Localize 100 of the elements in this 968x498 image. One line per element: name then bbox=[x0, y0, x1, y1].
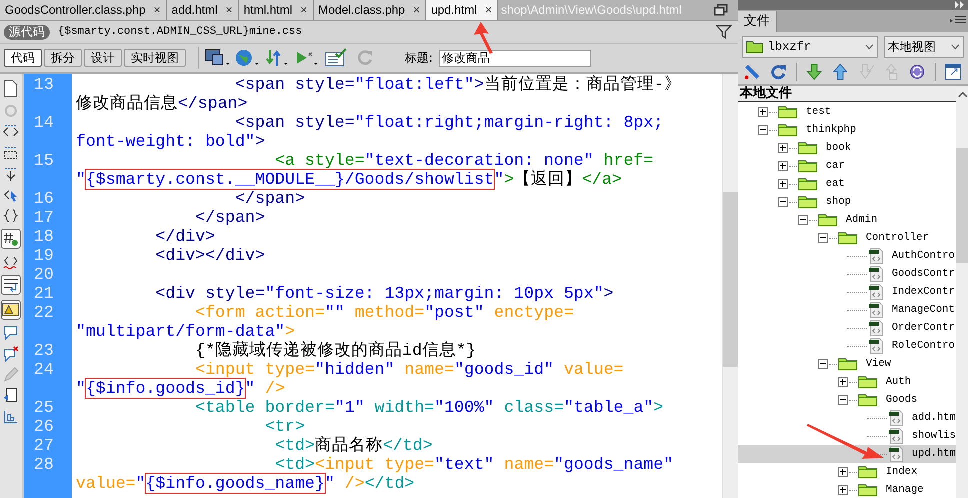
tree-item[interactable]: View bbox=[738, 355, 956, 373]
column-header[interactable]: 本地文件 bbox=[738, 86, 956, 102]
folder-icon bbox=[746, 40, 764, 54]
related-file-link[interactable]: {$smarty.const.ADMIN_CSS_URL}mine.css bbox=[58, 26, 708, 38]
code-file-icon bbox=[868, 248, 884, 264]
up-down-arrows-icon[interactable] bbox=[265, 48, 291, 68]
code-line: </div> bbox=[154, 227, 216, 246]
file-tab[interactable]: html.html × bbox=[238, 0, 314, 20]
code-file-icon bbox=[868, 338, 884, 354]
tree-item[interactable]: showlis bbox=[738, 427, 956, 445]
expand-icon[interactable] bbox=[778, 161, 788, 171]
indent-icon[interactable] bbox=[3, 388, 19, 404]
code-line: <tr> bbox=[264, 417, 306, 436]
comment-icon[interactable] bbox=[3, 325, 19, 341]
expand-all-icon[interactable] bbox=[3, 166, 19, 182]
tree-item[interactable]: eat bbox=[738, 175, 956, 193]
line-number: 18 bbox=[34, 227, 54, 246]
tree-item[interactable]: RoleContro bbox=[738, 337, 956, 355]
view-dropdown[interactable]: 本地视图 bbox=[884, 36, 964, 58]
collapse-icon[interactable] bbox=[818, 359, 828, 369]
code-line: <input type="hidden" name="goods_id" value= bbox=[194, 360, 624, 379]
expand-icon[interactable] bbox=[778, 179, 788, 189]
files-tab[interactable]: 文件 bbox=[738, 11, 777, 32]
folder-icon bbox=[778, 105, 798, 119]
tree-item[interactable]: GoodsContr bbox=[738, 265, 956, 283]
tree-item[interactable]: Controller bbox=[738, 229, 956, 247]
file-tab[interactable]: GoodsController.class.php × bbox=[0, 0, 167, 20]
view-button[interactable]: 设计 bbox=[84, 49, 122, 67]
code-file-icon bbox=[868, 284, 884, 300]
sync-icon[interactable] bbox=[909, 63, 926, 81]
expand-panel-icon[interactable] bbox=[945, 63, 962, 81]
vertical-scrollbar[interactable] bbox=[956, 86, 968, 498]
multiscreen-icon[interactable] bbox=[205, 48, 231, 68]
code-line: <table border="1" width="100%" class="table_a"> bbox=[194, 398, 664, 417]
folder-icon bbox=[858, 483, 878, 497]
expand-icon[interactable] bbox=[778, 143, 788, 153]
collapse-icon[interactable] bbox=[778, 197, 788, 207]
tree-item[interactable]: test bbox=[738, 103, 956, 121]
file-tab[interactable]: upd.html × bbox=[426, 0, 498, 20]
filter-icon[interactable] bbox=[716, 24, 732, 40]
file-path: shop\Admin\View\Goods\upd.html bbox=[500, 2, 683, 19]
line-number: 19 bbox=[34, 246, 54, 265]
tree-item[interactable]: Admin bbox=[738, 211, 956, 229]
folder-icon bbox=[838, 231, 858, 245]
expand-icon[interactable] bbox=[838, 467, 848, 477]
tree-item[interactable]: Auth bbox=[738, 373, 956, 391]
word-wrap-icon[interactable] bbox=[1, 275, 21, 295]
table-format-icon[interactable] bbox=[3, 409, 19, 425]
collapse-selection-icon[interactable] bbox=[3, 145, 19, 161]
tree-item[interactable]: Goods bbox=[738, 391, 956, 409]
refresh-icon[interactable] bbox=[770, 63, 787, 81]
close-button[interactable]: × bbox=[154, 3, 161, 17]
tree-item[interactable]: Manage bbox=[738, 481, 956, 498]
tree-item[interactable]: upd.htm bbox=[738, 445, 956, 463]
tree-item[interactable]: OrderContr bbox=[738, 319, 956, 337]
tree-item[interactable]: AuthContro bbox=[738, 247, 956, 265]
close-button[interactable]: × bbox=[485, 3, 492, 17]
code-line: "multipart/form-data"> bbox=[76, 322, 296, 341]
expand-icon[interactable] bbox=[838, 485, 848, 495]
close-button[interactable]: × bbox=[413, 3, 420, 17]
expand-icon[interactable] bbox=[758, 107, 768, 117]
tree-item[interactable]: Index bbox=[738, 463, 956, 481]
view-button[interactable]: 实时视图 bbox=[124, 49, 186, 67]
double-chevron-icon[interactable] bbox=[955, 1, 965, 9]
hash-icon[interactable] bbox=[1, 229, 21, 249]
tree-item[interactable]: IndexContr bbox=[738, 283, 956, 301]
remove-comment-icon[interactable] bbox=[3, 346, 19, 362]
tree-item[interactable]: book bbox=[738, 139, 956, 157]
warning-icon[interactable] bbox=[1, 300, 21, 320]
code-warning-icon[interactable] bbox=[3, 254, 19, 270]
collapse-icon[interactable] bbox=[818, 233, 828, 243]
restore-window-icon[interactable] bbox=[714, 4, 728, 16]
tree-item[interactable]: car bbox=[738, 157, 956, 175]
view-button[interactable]: 拆分 bbox=[44, 49, 82, 67]
tree-item[interactable]: thinkphp bbox=[738, 121, 956, 139]
expand-icon[interactable] bbox=[838, 377, 848, 387]
collapse-icon[interactable] bbox=[838, 395, 848, 405]
collapse-icon[interactable] bbox=[758, 125, 768, 135]
tree-item[interactable]: ManageCont bbox=[738, 301, 956, 319]
source-code-button[interactable]: 源代码 bbox=[4, 24, 50, 40]
line-number: 26 bbox=[34, 417, 54, 436]
file-tab[interactable]: Model.class.php × bbox=[314, 0, 426, 20]
braces-icon[interactable] bbox=[3, 208, 19, 224]
vertical-scrollbar[interactable] bbox=[722, 74, 738, 498]
file-tab[interactable]: add.html × bbox=[166, 0, 239, 20]
title-field[interactable]: 修改商品 bbox=[439, 50, 592, 66]
code-line: <td>商品名称</td> bbox=[274, 436, 433, 455]
upload-arrow-icon[interactable] bbox=[832, 63, 848, 81]
scroll-up-icon[interactable] bbox=[958, 92, 968, 98]
collapse-icon[interactable] bbox=[798, 215, 808, 225]
folder-icon bbox=[798, 159, 818, 173]
document-icon[interactable] bbox=[3, 80, 19, 98]
panel-menu-icon[interactable] bbox=[950, 16, 966, 26]
download-arrow-icon[interactable] bbox=[806, 63, 823, 81]
view-button[interactable]: 代码 bbox=[4, 49, 42, 67]
close-button[interactable]: × bbox=[300, 3, 308, 17]
close-button[interactable]: × bbox=[226, 3, 233, 17]
tree-item[interactable]: add.htm bbox=[738, 409, 956, 427]
tree-item[interactable]: shop bbox=[738, 193, 956, 211]
site-dropdown[interactable]: lbxzfr bbox=[742, 36, 878, 58]
